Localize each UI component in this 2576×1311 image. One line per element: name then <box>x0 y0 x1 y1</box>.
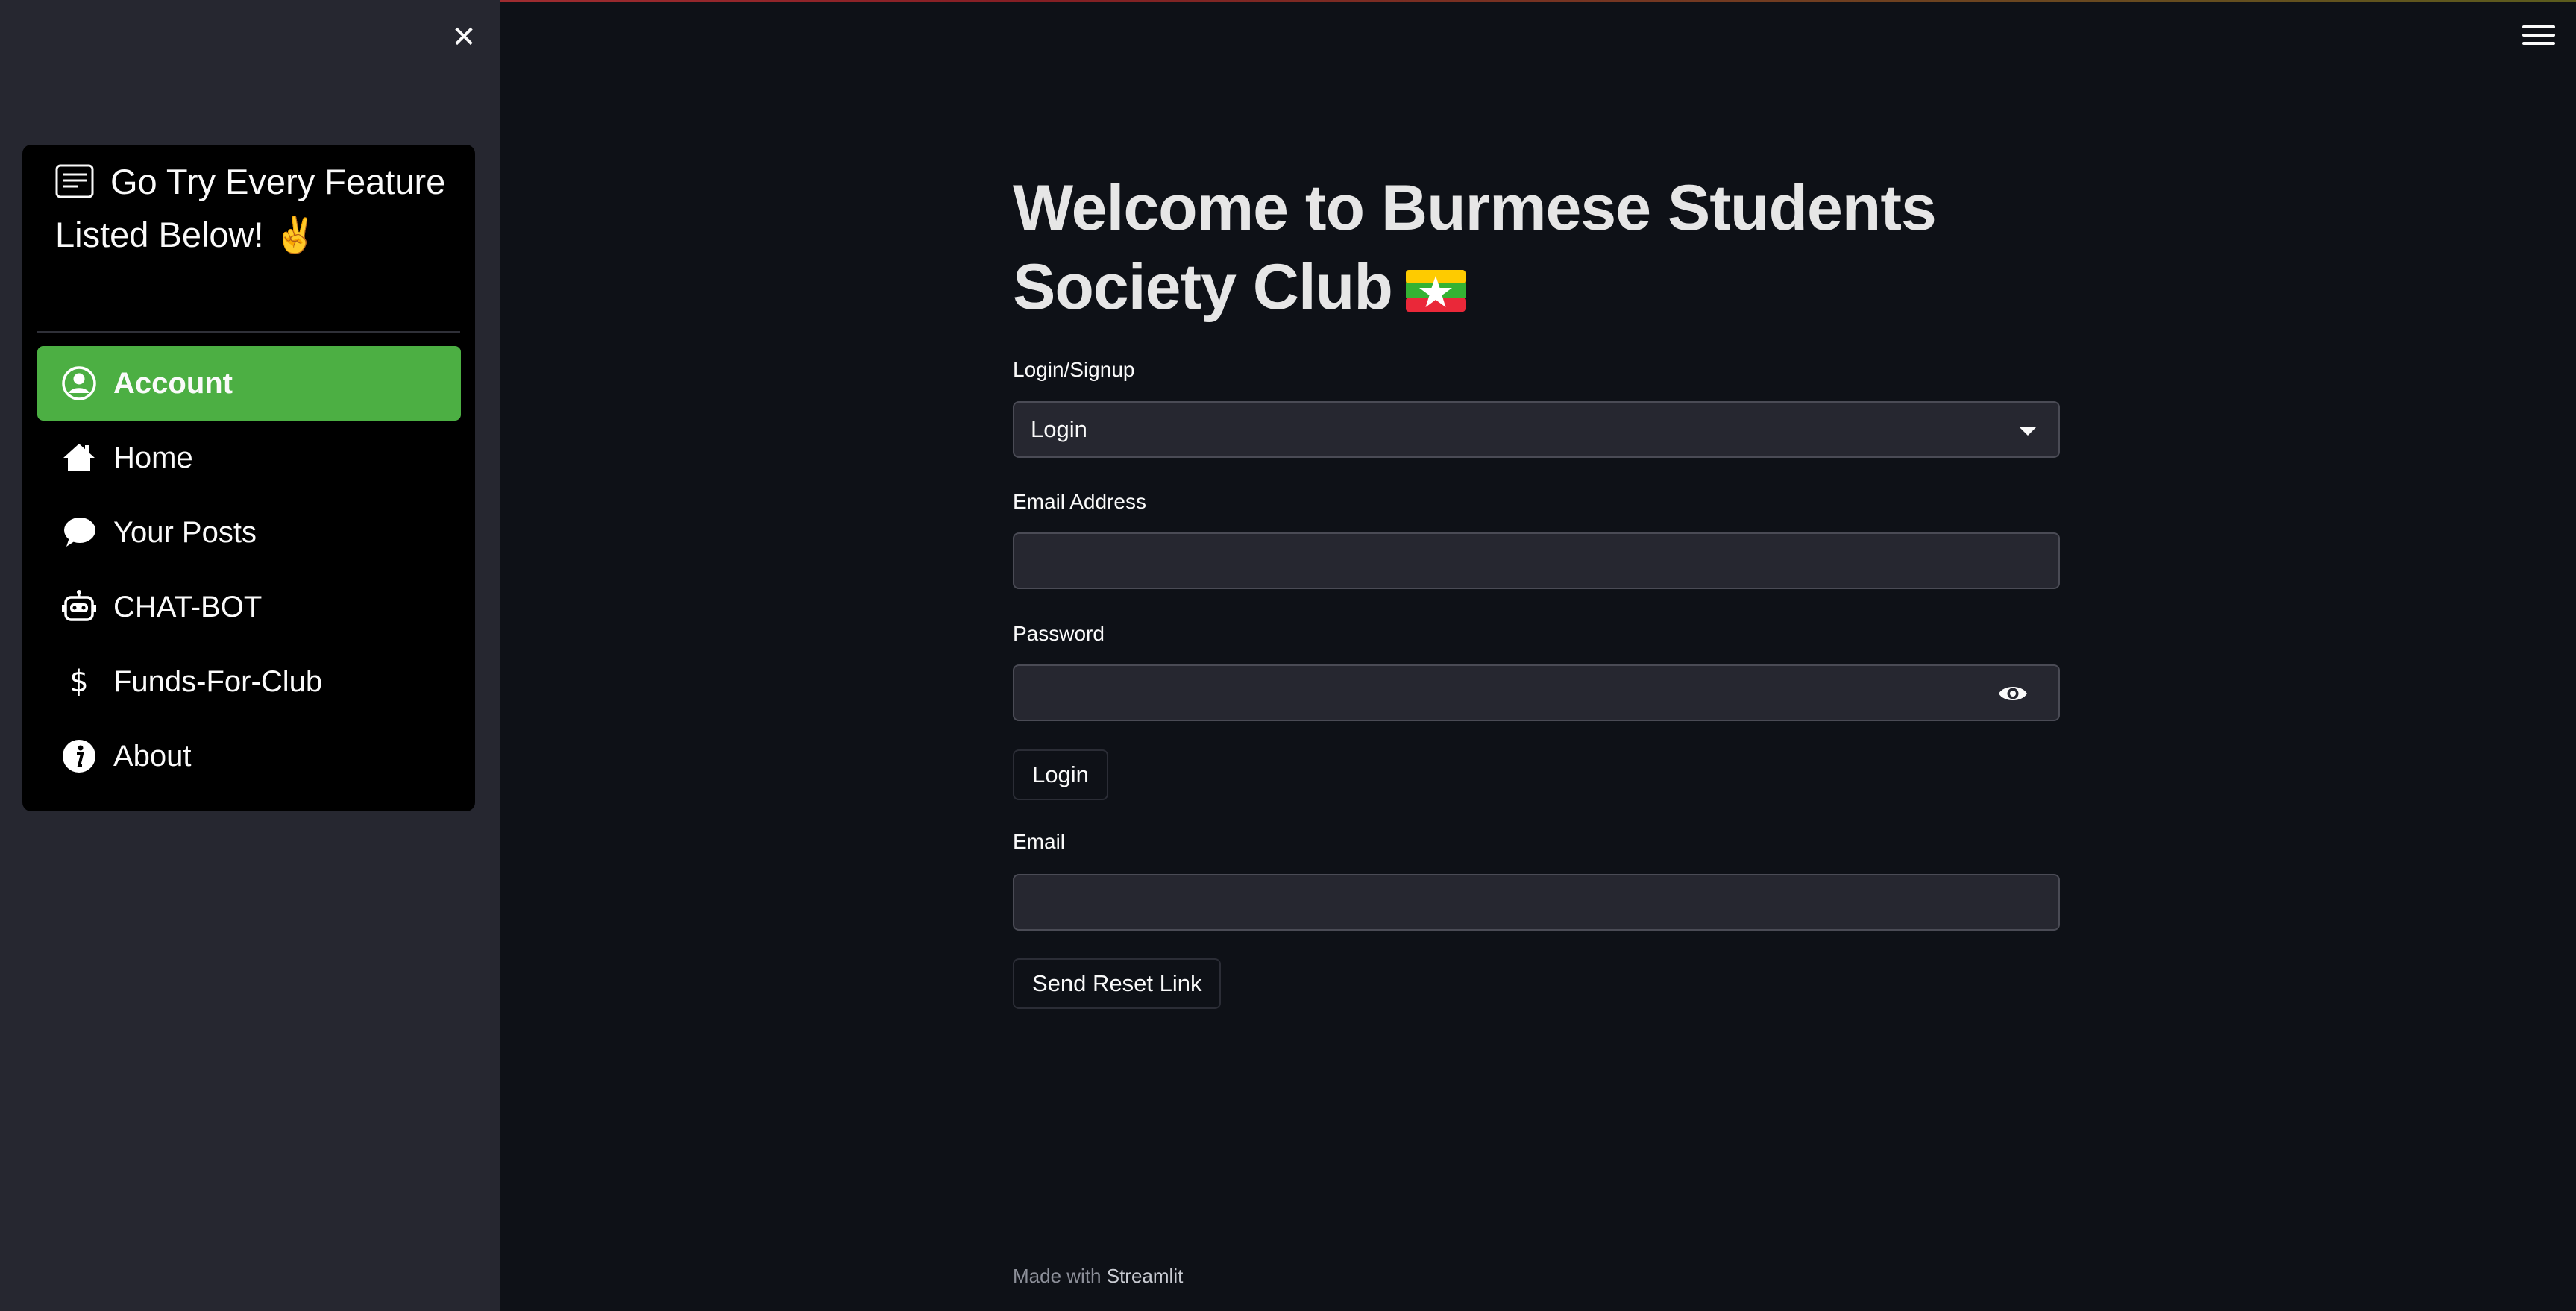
sidebar: ✕ Go Try Every Feature Listed Below! ✌️ … <box>0 0 500 1311</box>
nav-item-label: Your Posts <box>113 515 257 549</box>
login-signup-label: Login/Signup <box>1013 358 1135 381</box>
page-title: Welcome to Burmese Students Society Club <box>1013 169 2063 327</box>
nav-item-account[interactable]: Account <box>37 346 461 421</box>
reset-email-input[interactable] <box>1014 875 2058 929</box>
email-input[interactable] <box>1014 534 2058 588</box>
svg-text:$: $ <box>69 664 88 699</box>
email-address-label: Email Address <box>1013 490 1146 513</box>
myanmar-flag-icon <box>1405 251 1466 312</box>
nav-item-label: Funds-For-Club <box>113 664 323 698</box>
password-label: Password <box>1013 622 1105 645</box>
person-circle-icon <box>58 362 100 404</box>
chat-bubble-icon <box>58 512 100 553</box>
reset-email-field <box>1013 874 2060 931</box>
menu-divider <box>37 331 460 333</box>
nav-item-your-posts[interactable]: Your Posts <box>37 495 461 570</box>
email-field <box>1013 532 2060 589</box>
card-text-icon <box>55 160 94 198</box>
reset-email-label: Email <box>1013 830 1066 853</box>
option-menu: Go Try Every Feature Listed Below! ✌️ Ac… <box>22 145 475 811</box>
footer-prefix: Made with <box>1013 1265 1102 1287</box>
password-field <box>1013 664 2060 721</box>
close-icon[interactable]: ✕ <box>447 21 480 54</box>
login-signup-value: Login <box>1031 416 1087 442</box>
nav-item-about[interactable]: About <box>37 719 461 793</box>
nav-item-label: About <box>113 739 192 773</box>
menu-title: Go Try Every Feature Listed Below! ✌️ <box>55 155 458 261</box>
menu-title-text: Go Try Every Feature Listed Below! ✌️ <box>55 162 446 254</box>
streamlit-link[interactable]: Streamlit <box>1107 1265 1184 1287</box>
house-icon <box>58 437 100 479</box>
password-input[interactable] <box>1014 666 2058 720</box>
hamburger-menu-icon[interactable] <box>2522 25 2555 48</box>
eye-icon[interactable] <box>1997 682 2029 705</box>
nav-item-label: CHAT-BOT <box>113 590 263 623</box>
robot-icon <box>58 586 100 628</box>
nav-item-home[interactable]: Home <box>37 421 461 495</box>
dollar-icon: $ <box>58 661 100 702</box>
nav-item-chat-bot[interactable]: CHAT-BOT <box>37 570 461 644</box>
login-signup-select[interactable]: Login <box>1013 401 2060 458</box>
page-title-text: Welcome to Burmese Students Society Club <box>1013 172 1937 323</box>
login-button[interactable]: Login <box>1013 749 1108 800</box>
nav-item-label: Account <box>113 366 233 400</box>
send-reset-link-button[interactable]: Send Reset Link <box>1013 958 1222 1009</box>
nav-item-funds-for-club[interactable]: $ Funds-For-Club <box>37 644 461 719</box>
chevron-down-icon <box>2020 427 2036 436</box>
nav-item-label: Home <box>113 441 193 474</box>
info-circle-icon <box>58 735 100 777</box>
footer: Made with Streamlit <box>1013 1265 1183 1288</box>
